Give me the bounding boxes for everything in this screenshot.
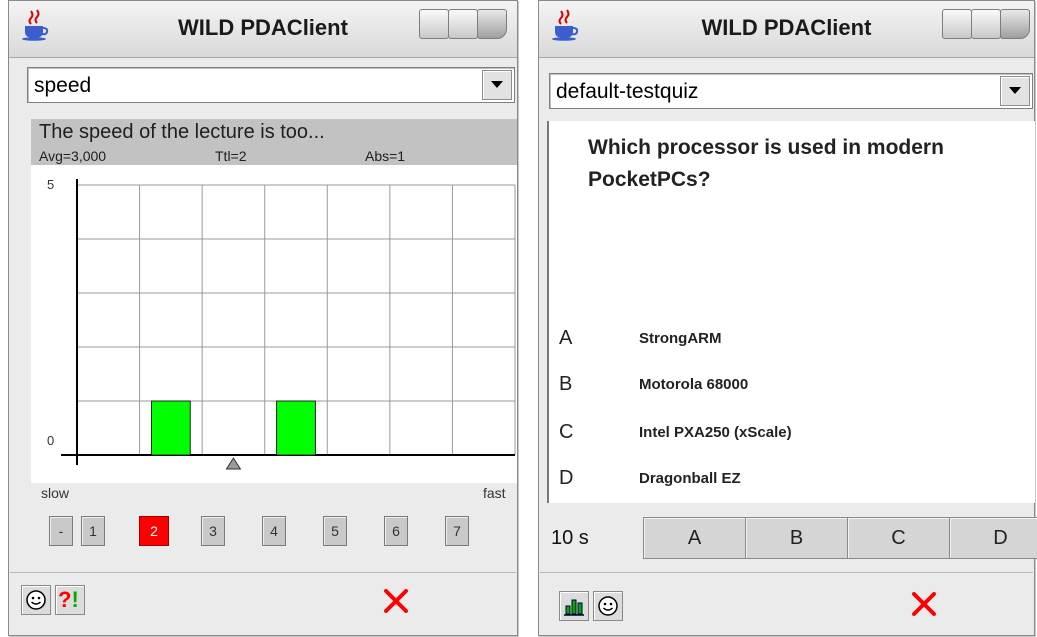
close-x-icon[interactable]	[381, 586, 411, 616]
toolbar-divider	[540, 572, 1033, 573]
vote-histogram: 50	[31, 165, 517, 483]
answer-button-d[interactable]: D	[949, 517, 1037, 559]
quiz-question-text: Which processor is used in modern Pocket…	[588, 136, 944, 191]
dropdown-arrow-icon[interactable]	[482, 70, 512, 100]
histogram-bar	[276, 400, 316, 456]
smiley-icon	[26, 590, 46, 610]
feedback-smiley-button[interactable]	[21, 585, 51, 615]
option-letter-b: B	[559, 373, 573, 395]
maximize-button[interactable]	[448, 9, 478, 39]
option-text-b: Motorola 68000	[639, 376, 749, 393]
vote-button-7[interactable]: 7	[445, 516, 469, 546]
option-text-c: Intel PXA250 (xScale)	[639, 424, 792, 441]
question-alert-button[interactable]: ?!	[55, 585, 85, 615]
window-close-button[interactable]	[477, 9, 507, 39]
window-controls	[942, 9, 1030, 39]
pda-client-window-right: WILD PDAClient default-testquiz Which pr…	[538, 0, 1037, 636]
category-select-value: speed	[34, 74, 92, 97]
answer-button-c[interactable]: C	[847, 517, 950, 559]
vote-button-3[interactable]: 3	[201, 516, 225, 546]
option-letter-a: A	[559, 327, 573, 349]
smiley-icon	[598, 596, 618, 616]
maximize-button[interactable]	[971, 9, 1001, 39]
pda-client-window-left: WILD PDAClient speed The speed of the le…	[8, 0, 518, 636]
window-close-button[interactable]	[1000, 9, 1030, 39]
mean-marker-triangle	[225, 457, 242, 470]
quiz-select-value: default-testquiz	[556, 80, 699, 103]
title-bar[interactable]: WILD PDAClient	[9, 1, 517, 58]
toolbar-divider	[10, 572, 516, 573]
abstain-stat: Abs=1	[365, 148, 406, 164]
answer-button-b[interactable]: B	[745, 517, 848, 559]
answer-button-a[interactable]: A	[643, 517, 746, 559]
question-text: The speed of the lecture is too...	[39, 121, 325, 143]
show-results-button[interactable]	[559, 591, 589, 621]
question-header: The speed of the lecture is too... Avg=3…	[31, 119, 517, 165]
countdown-timer: 10 s	[551, 527, 589, 549]
histogram-bar	[150, 400, 191, 456]
option-text-a: StrongARM	[639, 330, 722, 347]
y-tick-label: 5	[47, 177, 54, 192]
category-select[interactable]: speed	[27, 67, 515, 103]
histogram-svg: 50	[47, 177, 516, 470]
vote-button-2[interactable]: 2	[139, 516, 169, 546]
option-letter-c: C	[559, 421, 574, 443]
feedback-smiley-button[interactable]	[593, 591, 623, 621]
bar-chart-icon	[564, 599, 584, 616]
quiz-question-panel: Which processor is used in modern Pocket…	[547, 121, 1035, 503]
option-text-d: Dragonball EZ	[639, 470, 741, 487]
vote-button-5[interactable]: 5	[323, 516, 347, 546]
scale-max-label: fast	[483, 485, 506, 501]
dropdown-arrow-icon[interactable]	[1000, 76, 1030, 106]
alert-icon: ?!	[58, 587, 79, 612]
y-tick-label: 0	[47, 433, 54, 448]
total-stat: Ttl=2	[215, 148, 247, 164]
option-letter-d: D	[559, 467, 574, 489]
window-controls	[419, 9, 507, 39]
quiz-select[interactable]: default-testquiz	[549, 73, 1033, 109]
vote-button-1[interactable]: 1	[81, 516, 105, 546]
minimize-button[interactable]	[419, 9, 449, 39]
vote-button-abstain[interactable]: -	[49, 516, 73, 546]
vote-button-4[interactable]: 4	[262, 516, 286, 546]
minimize-button[interactable]	[942, 9, 972, 39]
vote-button-6[interactable]: 6	[384, 516, 408, 546]
title-bar[interactable]: WILD PDAClient	[539, 1, 1034, 58]
close-x-icon[interactable]	[909, 589, 939, 619]
scale-min-label: slow	[41, 485, 70, 501]
average-stat: Avg=3,000	[39, 148, 107, 164]
